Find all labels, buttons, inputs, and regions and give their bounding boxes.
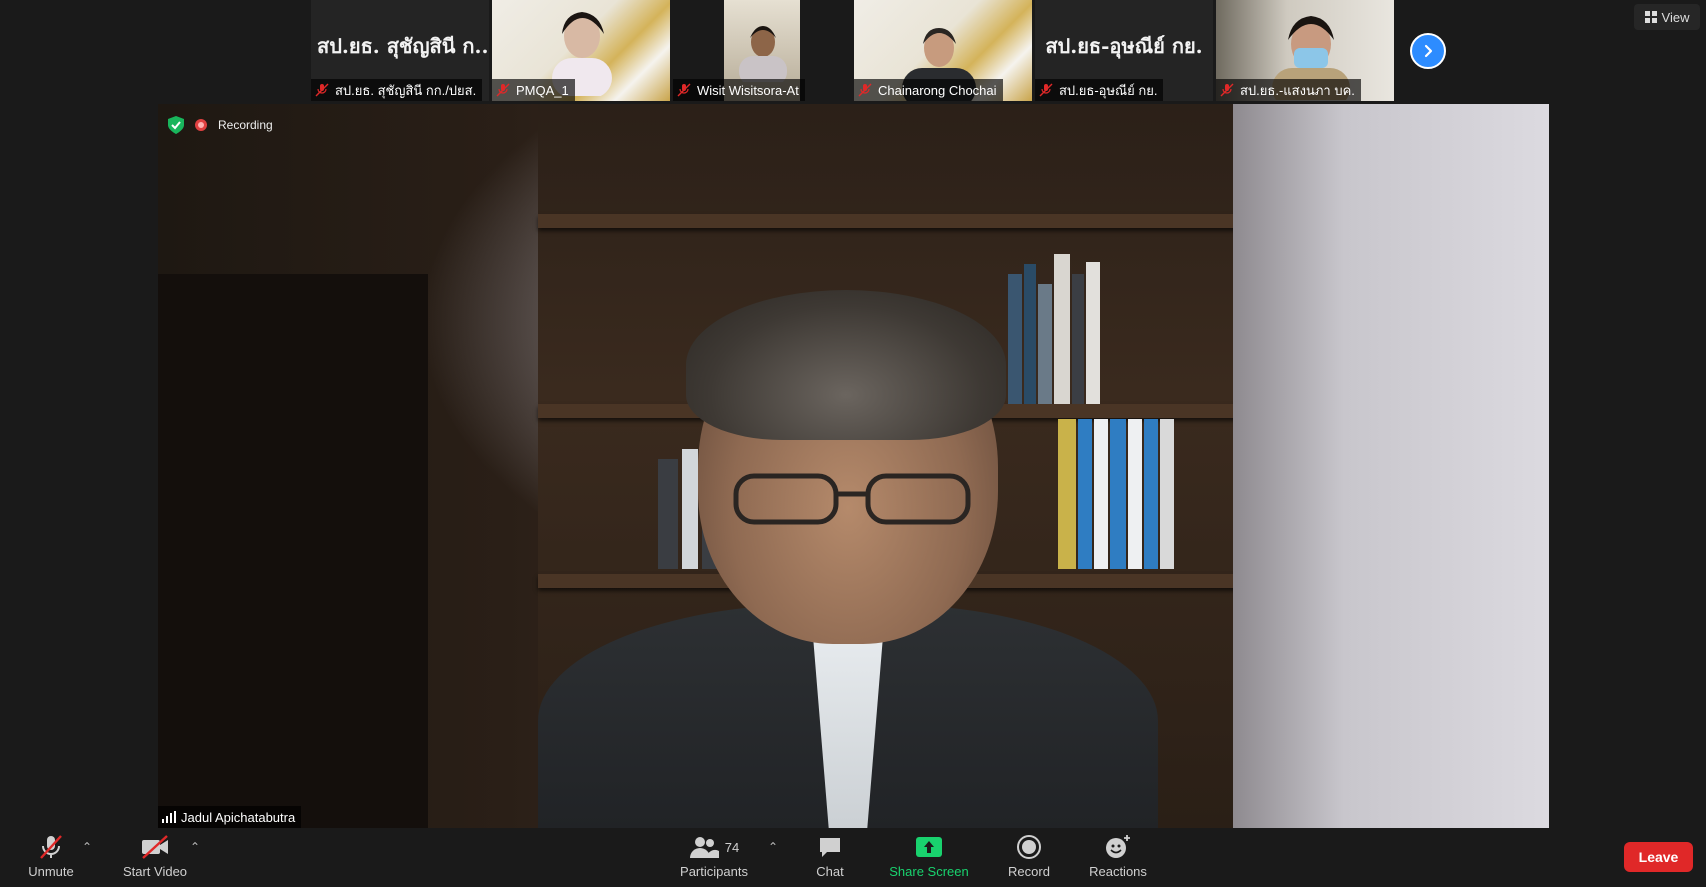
- record-button[interactable]: Record: [1004, 828, 1054, 887]
- mic-muted-icon: [677, 83, 691, 97]
- chat-label: Chat: [816, 864, 844, 879]
- mic-muted-icon: [1039, 83, 1053, 97]
- participant-caption: สป.ยธ-อุษณีย์ กย.: [1035, 79, 1164, 101]
- participant-caption: สป.ยธ. สุชัญสินี กก./ปยส.: [311, 79, 483, 101]
- participant-caption: สป.ยธ.-แสงนภา บค.: [1216, 79, 1361, 101]
- participant-caption: Chainarong Chochai: [854, 79, 1003, 101]
- wall-background: [1233, 104, 1549, 828]
- recording-label: Recording: [218, 118, 273, 132]
- participants-label: Participants: [680, 864, 748, 879]
- participant-tile-1[interactable]: สป.ยธ. สุชัญสินี ก... สป.ยธ. สุชัญสินี ก…: [311, 0, 489, 101]
- meeting-status-badges: Recording: [168, 114, 273, 136]
- participant-tile-2[interactable]: PMQA_1: [492, 0, 670, 101]
- participant-tile-5[interactable]: สป.ยธ-อุษณีย์ กย. สป.ยธ-อุษณีย์ กย.: [1035, 0, 1213, 101]
- active-speaker-video: Recording Jadul Apichatabutra: [158, 104, 1549, 828]
- participant-tile-4[interactable]: Chainarong Chochai: [854, 0, 1032, 101]
- audio-options-caret-icon[interactable]: ⌃: [82, 840, 92, 854]
- record-icon: [1017, 835, 1041, 859]
- participant-video-person: [739, 26, 787, 82]
- participant-name: สป.ยธ.-แสงนภา บค.: [1240, 82, 1355, 98]
- participant-caption: Wisit Wisitsora-At: [673, 79, 805, 101]
- mic-muted-icon: [40, 835, 62, 859]
- door-background: [158, 274, 428, 828]
- share-screen-icon: [916, 837, 942, 857]
- mic-muted-icon: [496, 83, 510, 97]
- view-button[interactable]: View: [1634, 4, 1700, 30]
- meeting-toolbar: Unmute ⌃ Start Video ⌃ 74 Participants ⌃…: [0, 828, 1706, 887]
- record-label: Record: [1008, 864, 1050, 879]
- reactions-label: Reactions: [1089, 864, 1147, 879]
- recording-dot-icon: [195, 119, 207, 131]
- start-video-button[interactable]: Start Video: [116, 828, 194, 887]
- leave-button[interactable]: Leave: [1624, 842, 1693, 872]
- participant-caption: PMQA_1: [492, 79, 575, 101]
- unmute-label: Unmute: [28, 864, 74, 879]
- view-label: View: [1661, 9, 1690, 25]
- video-off-icon: [142, 835, 168, 859]
- reactions-emoji-icon: [1106, 835, 1130, 858]
- video-options-caret-icon[interactable]: ⌃: [190, 840, 200, 854]
- participant-display-name: สป.ยธ-อุษณีย์ กย.: [1045, 34, 1203, 58]
- chat-icon: [820, 838, 840, 857]
- glasses: [733, 473, 971, 525]
- participant-tile-3[interactable]: Wisit Wisitsora-At: [673, 0, 851, 101]
- share-screen-button[interactable]: Share Screen: [886, 828, 972, 887]
- unmute-button[interactable]: Unmute: [18, 828, 84, 887]
- speaker-figure: [538, 290, 1158, 828]
- mic-muted-icon: [1220, 83, 1234, 97]
- participant-display-name: สป.ยธ. สุชัญสินี ก...: [317, 34, 489, 58]
- grid-view-icon: [1644, 11, 1657, 23]
- participant-name: สป.ยธ-อุษณีย์ กย.: [1059, 82, 1158, 98]
- speaker-name-label: Jadul Apichatabutra: [158, 806, 302, 828]
- participants-icon: [689, 837, 719, 858]
- participant-name: PMQA_1: [516, 82, 569, 98]
- mic-muted-icon: [315, 83, 329, 97]
- participants-options-caret-icon[interactable]: ⌃: [768, 840, 778, 854]
- reactions-button[interactable]: Reactions: [1086, 828, 1150, 887]
- zoom-meeting-window: สป.ยธ. สุชัญสินี ก... สป.ยธ. สุชัญสินี ก…: [0, 0, 1706, 887]
- next-page-button[interactable]: [1410, 33, 1446, 69]
- chevron-right-icon: [1424, 44, 1433, 58]
- participant-name: สป.ยธ. สุชัญสินี กก./ปยส.: [335, 82, 477, 98]
- participant-tile-6[interactable]: สป.ยธ.-แสงนภา บค.: [1216, 0, 1394, 101]
- participant-name: Chainarong Chochai: [878, 82, 997, 98]
- participant-name: Wisit Wisitsora-At: [697, 82, 799, 98]
- shield-check-icon[interactable]: [168, 116, 184, 134]
- speaker-name: Jadul Apichatabutra: [181, 809, 296, 825]
- chat-button[interactable]: Chat: [806, 828, 854, 887]
- signal-strength-icon: [162, 811, 176, 823]
- participants-count: 74: [724, 839, 740, 855]
- start-video-label: Start Video: [122, 864, 188, 879]
- share-screen-label: Share Screen: [889, 864, 969, 879]
- mic-muted-icon: [858, 83, 872, 97]
- gallery-strip: สป.ยธ. สุชัญสินี ก... สป.ยธ. สุชัญสินี ก…: [0, 0, 1706, 101]
- participants-button[interactable]: 74 Participants: [672, 828, 756, 887]
